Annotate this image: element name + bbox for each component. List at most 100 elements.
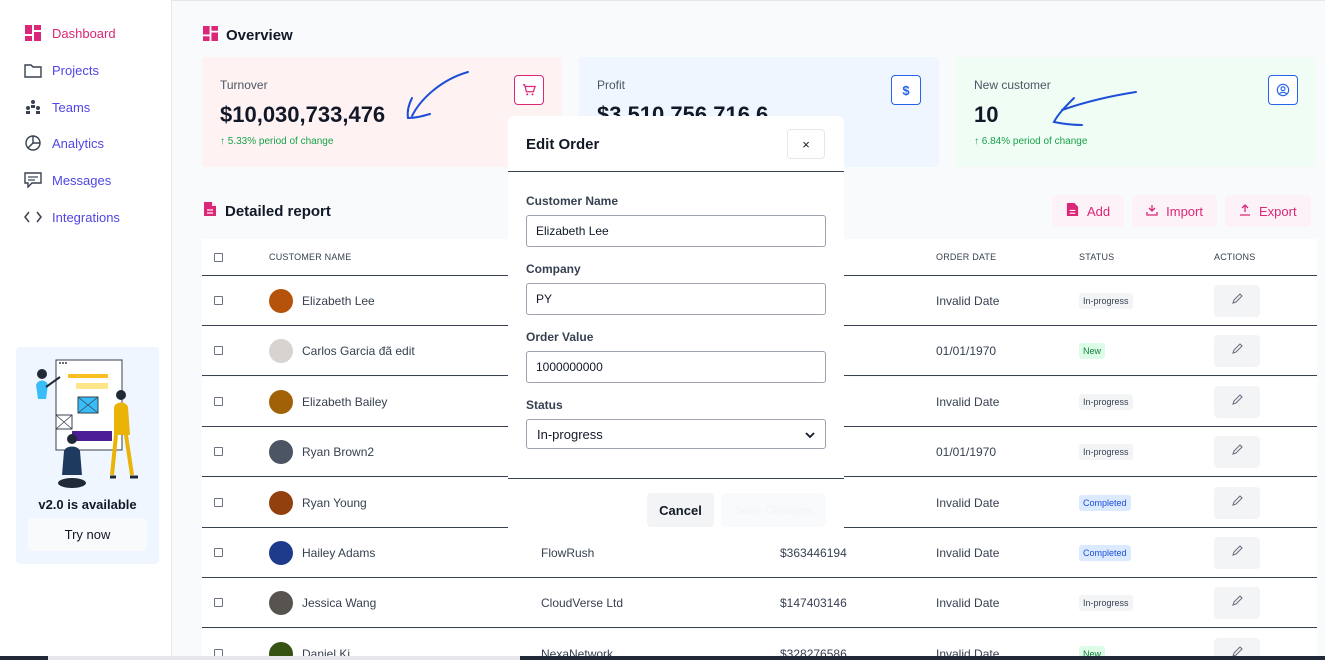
customer-name-cell: Hailey Adams: [302, 546, 376, 560]
status-badge: In-progress: [1079, 444, 1133, 461]
pencil-icon: [1231, 645, 1243, 656]
dollar-icon[interactable]: $: [891, 75, 921, 105]
status-badge: New: [1079, 645, 1106, 656]
edit-row-button[interactable]: [1214, 385, 1260, 418]
company-cell: FlowRush: [541, 546, 595, 560]
document-icon: [203, 201, 217, 221]
status-select-value: In-progress: [537, 426, 603, 442]
column-header-customer-name[interactable]: CUSTOMER NAME: [269, 252, 351, 262]
row-checkbox[interactable]: [214, 296, 223, 305]
edit-row-button[interactable]: [1214, 436, 1260, 469]
sidebar-item-label: Teams: [52, 99, 91, 115]
status-select[interactable]: In-progress: [526, 419, 826, 449]
import-button[interactable]: Import: [1132, 195, 1217, 227]
pencil-icon: [1231, 443, 1243, 461]
dashboard-icon: [203, 26, 218, 45]
avatar: [269, 490, 293, 515]
edit-row-button[interactable]: [1214, 637, 1260, 656]
close-button[interactable]: ×: [787, 129, 825, 159]
order-value-cell: $328276586: [780, 646, 847, 656]
taskbar-strip: [0, 656, 1325, 660]
sidebar-item-label: Projects: [52, 62, 99, 78]
new-customer-card: New customer 10 ↑ 6.84% period of change: [956, 57, 1316, 167]
row-checkbox[interactable]: [214, 648, 223, 656]
user-circle-icon[interactable]: [1268, 75, 1298, 105]
file-add-icon: [1066, 202, 1079, 220]
try-now-button[interactable]: Try now: [28, 518, 147, 551]
table-row[interactable]: Daniel Ki NexaNetwork $328276586 Invalid Da…: [202, 628, 1317, 656]
order-value-label: Order Value: [526, 330, 594, 344]
status-badge: Completed: [1079, 545, 1131, 561]
customer-name-cell: Jessica Wang: [302, 596, 377, 611]
export-button[interactable]: Export: [1224, 195, 1311, 227]
table-row[interactable]: Jessica Wang CloudVerse Ltd $147403146 Inva…: [202, 578, 1317, 629]
card-change: ↑ 5.33% period of change: [220, 136, 334, 147]
table-row[interactable]: Hailey Adams FlowRush $363446194 Invalid Da…: [202, 528, 1317, 578]
avatar: [269, 289, 293, 313]
customer-name-cell: Ryan Young: [302, 495, 367, 510]
sidebar-item-label: Analytics: [52, 135, 105, 151]
export-button-label: Export: [1258, 203, 1297, 219]
card-change: ↑ 6.84% period of change: [974, 136, 1088, 147]
folder-icon: [24, 61, 42, 79]
row-checkbox[interactable]: [214, 396, 223, 406]
row-checkbox[interactable]: [214, 447, 223, 457]
row-checkbox[interactable]: [214, 548, 223, 557]
sidebar-item-analytics[interactable]: Analytics: [24, 130, 164, 156]
customer-name-cell: Daniel Ki: [302, 646, 351, 656]
status-badge: In-progress: [1079, 393, 1133, 410]
card-label: Profit: [597, 78, 626, 92]
cart-icon[interactable]: [514, 75, 544, 105]
edit-row-button[interactable]: [1214, 335, 1260, 368]
card-value: 10: [974, 102, 999, 127]
pie-chart-icon: [24, 134, 42, 152]
column-header-order-date[interactable]: ORDER DATE: [936, 252, 996, 262]
column-header-status[interactable]: STATUS: [1079, 252, 1114, 262]
customer-name-cell: Elizabeth Lee: [302, 294, 375, 308]
row-checkbox[interactable]: [214, 497, 223, 507]
sidebar-item-messages[interactable]: Messages: [24, 167, 164, 193]
row-checkbox[interactable]: [214, 598, 223, 608]
sidebar-item-dashboard[interactable]: Dashboard: [24, 20, 164, 46]
order-date-cell: Invalid Date: [936, 394, 1000, 409]
customer-name-input[interactable]: [526, 215, 826, 247]
row-checkbox[interactable]: [214, 346, 223, 356]
order-value-input[interactable]: [526, 351, 826, 383]
customer-name-cell: Elizabeth Bailey: [302, 394, 388, 409]
import-button-label: Import: [1166, 203, 1203, 219]
dashboard-icon: [24, 24, 42, 42]
add-button[interactable]: Add: [1052, 195, 1125, 227]
company-input[interactable]: [526, 283, 826, 315]
sidebar-item-label: Messages: [52, 172, 112, 188]
modal-footer: Cancel Save Changes: [508, 478, 844, 528]
edit-row-button[interactable]: [1214, 486, 1260, 519]
sidebar-item-integrations[interactable]: Integrations: [24, 204, 164, 230]
save-changes-button[interactable]: Save Changes: [721, 493, 826, 527]
pencil-icon: [1231, 393, 1243, 411]
teams-icon: [24, 98, 42, 116]
modal-header: Edit Order ×: [508, 116, 844, 172]
sidebar-item-label: Integrations: [52, 209, 120, 225]
sidebar-item-label: Dashboard: [52, 25, 116, 41]
order-date-cell: Invalid Date: [936, 596, 1000, 611]
import-icon: [1146, 204, 1158, 219]
edit-row-button[interactable]: [1214, 587, 1260, 620]
cancel-button[interactable]: Cancel: [647, 493, 714, 527]
order-date-cell: 01/01/1970: [936, 445, 997, 460]
customer-name-cell: Carlos Garcia đã edit: [302, 344, 415, 359]
sidebar-item-teams[interactable]: Teams: [24, 94, 164, 120]
select-all-checkbox[interactable]: [214, 253, 223, 262]
avatar: [269, 440, 293, 465]
order-date-cell: Invalid Date: [936, 294, 1000, 308]
upgrade-promo-card: v2.0 is available Try now: [16, 347, 159, 564]
edit-row-button[interactable]: [1214, 285, 1260, 317]
pencil-icon: [1231, 494, 1243, 512]
sidebar-item-projects[interactable]: Projects: [24, 57, 164, 83]
app-window: Dashboard Projects Teams Analytics Messa…: [0, 0, 1325, 660]
modal-title: Edit Order: [526, 136, 600, 153]
pencil-icon: [1231, 292, 1243, 310]
overview-header: Overview: [203, 26, 293, 45]
edit-row-button[interactable]: [1214, 537, 1260, 569]
company-label: Company: [526, 262, 581, 276]
avatar: [269, 389, 293, 414]
